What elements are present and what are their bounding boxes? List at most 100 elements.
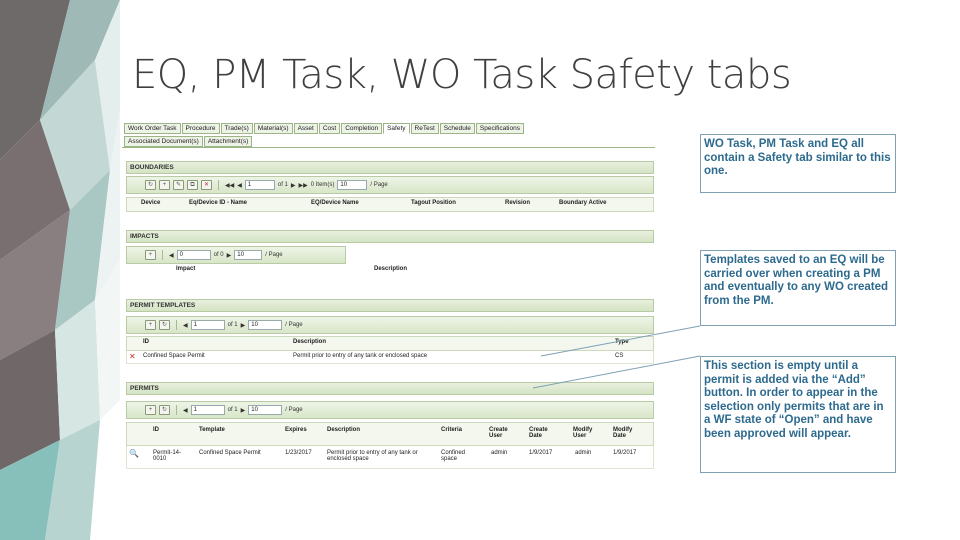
tab-materials[interactable]: Material(s) <box>253 123 293 134</box>
copy-icon[interactable]: ⧉ <box>187 180 198 190</box>
callout-templates: Templates saved to an EQ will be carried… <box>700 250 896 326</box>
next-page-icon[interactable]: ▶ <box>291 182 296 189</box>
page-input[interactable]: 1 <box>244 180 275 190</box>
cell-create-user: admin <box>491 450 508 456</box>
col-template[interactable]: Template <box>199 427 225 433</box>
tab-cost[interactable]: Cost <box>318 123 341 134</box>
col-impact[interactable]: Impact <box>176 266 195 272</box>
tab-trades[interactable]: Trade(s) <box>220 123 253 134</box>
table-row[interactable]: ✕ Confined Space Permit Permit prior to … <box>126 351 654 364</box>
refresh-icon[interactable]: ↻ <box>159 405 170 415</box>
permits-grid-header: ID Template Expires Description Criteria… <box>126 422 654 446</box>
cell-modify-user: admin <box>575 450 592 456</box>
view-icon[interactable]: 🔍 <box>129 449 139 458</box>
permits-toolbar: + ↻ ◀ 1 of 1 ▶ 10 / Page <box>126 401 654 419</box>
col-eq-device-name[interactable]: EQ/Device Name <box>311 200 359 206</box>
tab-schedule[interactable]: Schedule <box>439 123 475 134</box>
next-page-icon[interactable]: ▶ <box>227 252 232 259</box>
page-count: of 0 <box>213 252 224 258</box>
page-input[interactable]: 1 <box>190 320 225 330</box>
page-size-input[interactable]: 10 <box>248 320 283 330</box>
page-size-input[interactable]: 10 <box>337 180 368 190</box>
permit-templates-header: PERMIT TEMPLATES <box>126 299 654 312</box>
per-page-label: / Page <box>285 322 303 328</box>
col-modify-user[interactable]: Modify User <box>573 427 603 439</box>
tab-retest[interactable]: ReTest <box>410 123 439 134</box>
per-page-label: / Page <box>370 182 388 188</box>
col-create-date[interactable]: Create Date <box>529 427 559 439</box>
permit-templates-grid-header: ID Description Type <box>126 336 654 351</box>
slide-title: EQ, PM Task, WO Task Safety tabs <box>132 52 792 98</box>
permits-section: PERMITS + ↻ ◀ 1 of 1 ▶ 10 / Page ID Temp… <box>126 382 654 469</box>
next-page-icon[interactable]: ▶ <box>241 407 246 414</box>
last-page-icon[interactable]: ▶▶ <box>299 182 308 189</box>
cell-id: Confined Space Permit <box>143 353 205 359</box>
refresh-icon[interactable]: ↻ <box>145 180 156 190</box>
page-size-input[interactable]: 10 <box>234 250 263 260</box>
col-description[interactable]: Description <box>327 427 360 433</box>
add-icon[interactable]: + <box>159 180 170 190</box>
page-size-input[interactable]: 10 <box>248 405 283 415</box>
impacts-section: IMPACTS + ◀ 0 of 0 ▶ 10 / Page Impact De… <box>126 230 654 275</box>
edit-icon[interactable]: ✎ <box>173 180 184 190</box>
tab-attachments[interactable]: Attachment(s) <box>203 136 253 147</box>
cell-template: Confined Space Permit <box>199 450 261 456</box>
col-type[interactable]: Type <box>615 339 629 345</box>
tab-associated-documents[interactable]: Associated Document(s) <box>124 136 203 147</box>
cell-type: CS <box>615 353 624 359</box>
boundaries-section: BOUNDARIES ↻ + ✎ ⧉ ✕ ◀◀ ◀ 1 of 1 ▶ ▶▶ 0 … <box>126 161 654 212</box>
impacts-toolbar: + ◀ 0 of 0 ▶ 10 / Page <box>126 246 346 264</box>
impacts-header: IMPACTS <box>126 230 654 243</box>
callout-safety-tab: WO Task, PM Task and EQ all contain a Sa… <box>700 134 896 193</box>
add-icon[interactable]: + <box>145 250 156 260</box>
remove-icon[interactable]: ✕ <box>129 352 136 361</box>
tab-asset[interactable]: Asset <box>293 123 318 134</box>
page-count: of 1 <box>277 182 288 188</box>
col-description[interactable]: Description <box>374 266 407 272</box>
tab-safety[interactable]: Safety <box>383 123 410 134</box>
cell-description: Permit prior to entry of any tank or enc… <box>327 450 418 462</box>
col-modify-date[interactable]: Modify Date <box>613 427 643 439</box>
page-input[interactable]: 1 <box>190 405 225 415</box>
cell-expires: 1/23/2017 <box>285 450 312 456</box>
col-id[interactable]: ID <box>143 339 149 345</box>
boundaries-toolbar: ↻ + ✎ ⧉ ✕ ◀◀ ◀ 1 of 1 ▶ ▶▶ 0 Item(s) 10 … <box>126 176 654 194</box>
table-row[interactable]: 🔍 Permit-14-0010 Confined Space Permit 1… <box>126 446 654 469</box>
col-boundary-active[interactable]: Boundary Active <box>559 200 606 206</box>
col-criteria[interactable]: Criteria <box>441 427 462 433</box>
tab-bar: Work Order Task Procedure Trade(s) Mater… <box>122 123 655 147</box>
tab-specifications[interactable]: Specifications <box>475 123 524 134</box>
impacts-grid-header: Impact Description <box>126 265 654 275</box>
add-icon[interactable]: + <box>145 320 156 330</box>
decorative-side-pattern <box>0 0 120 540</box>
prev-page-icon[interactable]: ◀ <box>183 322 188 329</box>
permit-templates-toolbar: + ↻ ◀ 1 of 1 ▶ 10 / Page <box>126 316 654 334</box>
col-eq-device-id[interactable]: Eq/Device ID - Name <box>189 200 247 206</box>
col-description[interactable]: Description <box>293 339 326 345</box>
delete-icon[interactable]: ✕ <box>201 180 212 190</box>
per-page-label: / Page <box>265 252 283 258</box>
add-icon[interactable]: + <box>145 405 156 415</box>
refresh-icon[interactable]: ↻ <box>159 320 170 330</box>
col-revision[interactable]: Revision <box>505 200 530 206</box>
tab-work-order-task[interactable]: Work Order Task <box>124 123 181 134</box>
prev-page-icon[interactable]: ◀ <box>169 252 174 259</box>
tab-procedure[interactable]: Procedure <box>181 123 220 134</box>
safety-tab-screenshot: Work Order Task Procedure Trade(s) Mater… <box>122 123 655 473</box>
col-expires[interactable]: Expires <box>285 427 307 433</box>
next-page-icon[interactable]: ▶ <box>241 322 246 329</box>
permits-header: PERMITS <box>126 382 654 395</box>
tab-completion[interactable]: Completion <box>341 123 383 134</box>
prev-page-icon[interactable]: ◀ <box>183 407 188 414</box>
first-page-icon[interactable]: ◀◀ <box>225 182 234 189</box>
col-id[interactable]: ID <box>153 427 159 433</box>
boundaries-grid-header: Device Eq/Device ID - Name EQ/Device Nam… <box>126 197 654 212</box>
cell-create-date: 1/9/2017 <box>529 450 553 456</box>
per-page-label: / Page <box>285 407 303 413</box>
col-create-user[interactable]: Create User <box>489 427 519 439</box>
col-tagout-position[interactable]: Tagout Position <box>411 200 456 206</box>
prev-page-icon[interactable]: ◀ <box>237 182 242 189</box>
page-input[interactable]: 0 <box>176 250 211 260</box>
col-device[interactable]: Device <box>141 200 160 206</box>
callout-text: Templates saved to an EQ will be carried… <box>704 254 889 307</box>
